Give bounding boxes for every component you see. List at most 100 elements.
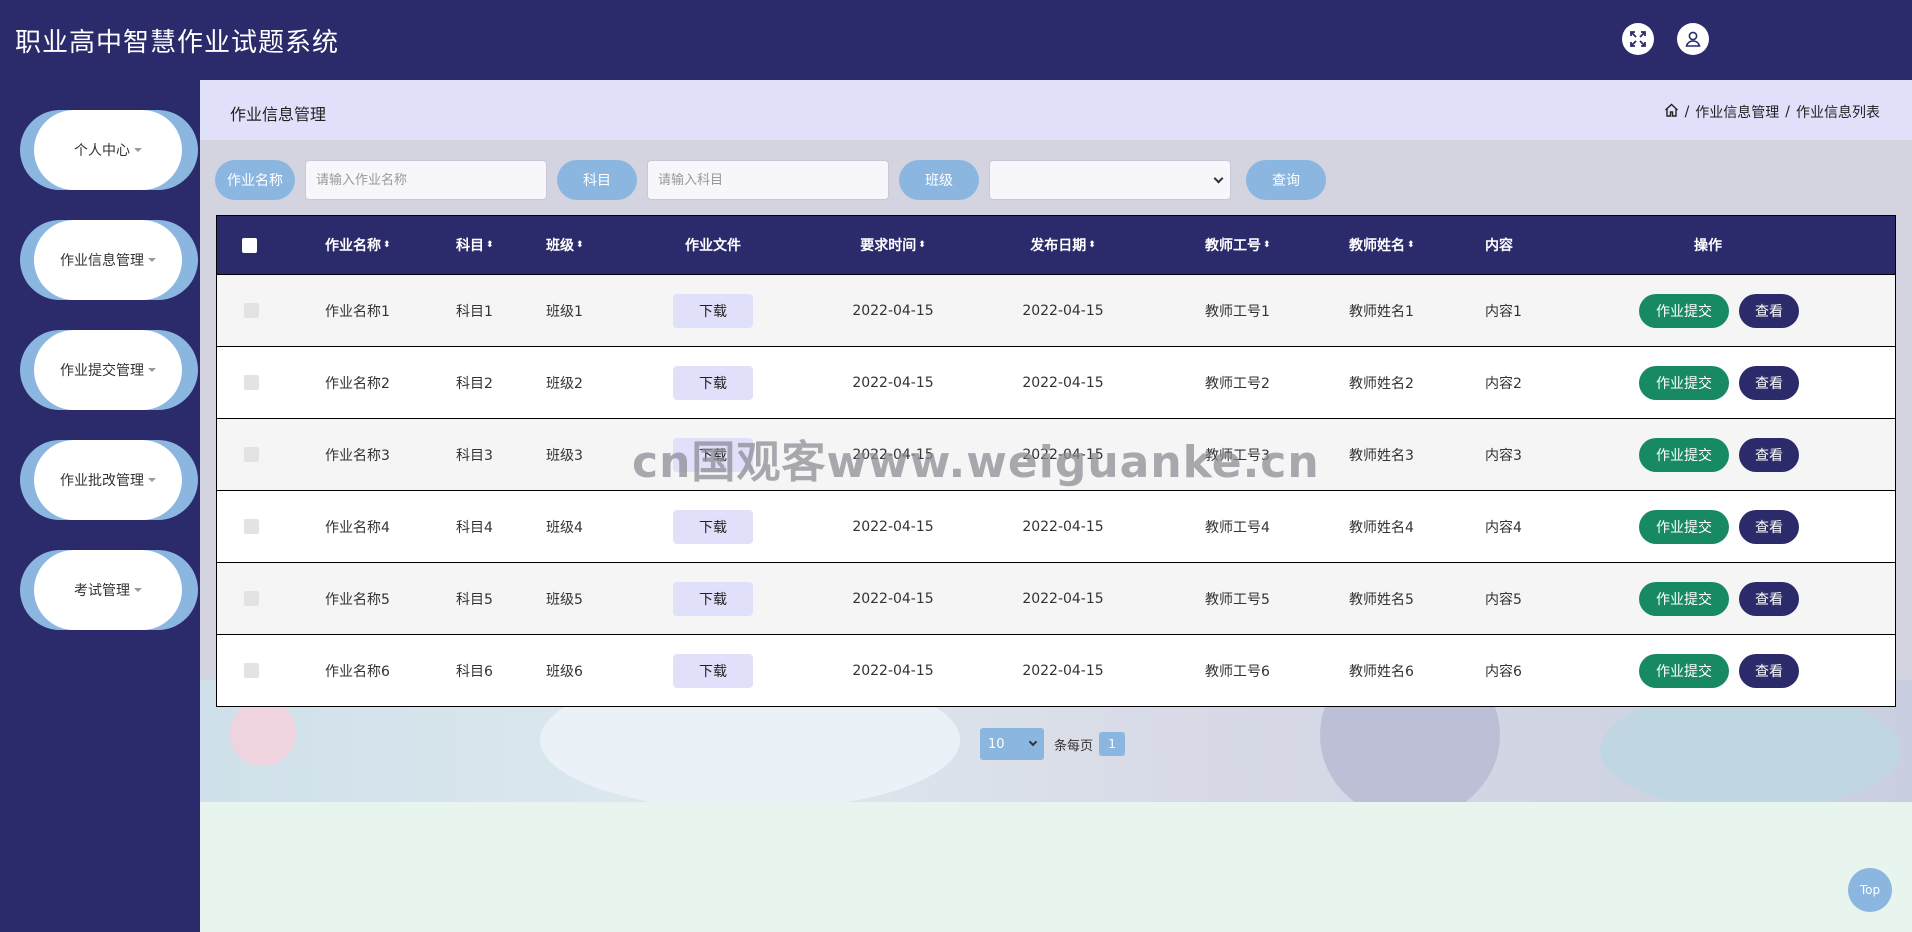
row-checkbox[interactable] (244, 491, 259, 562)
fullscreen-icon[interactable] (1622, 23, 1654, 55)
col-header-teacher-name[interactable]: 教师姓名 ⬍ (1349, 216, 1415, 274)
cell-teacher-name: 教师姓名1 (1349, 303, 1414, 320)
cell-subject: 科目3 (456, 447, 493, 464)
sidebar-item-homework-grading[interactable]: 作业批改管理 (20, 440, 198, 520)
page-title: 作业信息管理 (230, 105, 327, 124)
breadcrumb: / 作业信息管理 / 作业信息列表 (1664, 102, 1880, 122)
sort-icon: ⬍ (918, 239, 926, 250)
view-button[interactable]: 查看 (1739, 509, 1799, 544)
view-button[interactable]: 查看 (1739, 653, 1799, 688)
cell-publish: 2022-04-15 (1022, 374, 1104, 391)
sidebar-item-personal-center[interactable]: 个人中心 (20, 110, 198, 190)
submit-homework-button[interactable]: 作业提交 (1639, 437, 1729, 472)
submit-homework-button[interactable]: 作业提交 (1639, 581, 1729, 616)
col-header-name[interactable]: 作业名称 ⬍ (325, 216, 391, 274)
cell-teacher-name: 教师姓名2 (1349, 375, 1414, 392)
cell-subject: 科目6 (456, 663, 493, 680)
submit-homework-button[interactable]: 作业提交 (1639, 653, 1729, 688)
submit-homework-button[interactable]: 作业提交 (1639, 293, 1729, 328)
row-checkbox[interactable] (244, 563, 259, 634)
row-checkbox[interactable] (244, 275, 259, 346)
page-number-button[interactable]: 1 (1099, 732, 1126, 756)
view-button[interactable]: 查看 (1739, 293, 1799, 328)
cell-teacher-name: 教师姓名4 (1349, 519, 1414, 536)
query-button[interactable]: 查询 (1246, 160, 1326, 200)
user-icon[interactable] (1677, 23, 1709, 55)
cell-teacher-id: 教师工号5 (1205, 591, 1270, 608)
chevron-down-icon (1028, 737, 1038, 747)
breadcrumb-separator: / (1684, 104, 1690, 120)
cell-subject: 科目1 (456, 303, 493, 320)
row-checkbox[interactable] (244, 419, 259, 490)
subject-search-input[interactable] (647, 160, 889, 200)
cell-due: 2022-04-15 (852, 662, 934, 679)
download-button[interactable]: 下载 (673, 581, 753, 616)
table-header: 作业名称 ⬍ 科目 ⬍ 班级 ⬍ 作业文件 要求时间 ⬍ 发布日期 ⬍ 教师工号 ⬍ 教师姓… (216, 215, 1896, 275)
subject-label: 科目 (557, 160, 637, 200)
caret-down-icon (148, 368, 156, 372)
row-checkbox[interactable] (244, 635, 259, 706)
pagination: 10 条每页 1 (980, 728, 1126, 760)
sidebar-item-label: 个人中心 (74, 143, 130, 159)
sort-icon: ⬍ (486, 239, 494, 250)
col-header-class[interactable]: 班级 ⬍ (546, 216, 584, 274)
table-row: 作业名称4 科目4 班级4 下载 2022-04-15 2022-04-15 教师工号4 教师… (216, 491, 1896, 563)
view-button[interactable]: 查看 (1739, 581, 1799, 616)
cell-teacher-id: 教师工号2 (1205, 375, 1270, 392)
cell-name: 作业名称1 (325, 303, 390, 320)
cell-teacher-id: 教师工号1 (1205, 303, 1270, 320)
submit-homework-button[interactable]: 作业提交 (1639, 365, 1729, 400)
view-button[interactable]: 查看 (1739, 365, 1799, 400)
breadcrumb-item-current: 作业信息列表 (1796, 105, 1880, 121)
watermark: cn国观客www.weiguanke.cn (632, 437, 1320, 488)
col-header-content: 内容 (1485, 238, 1513, 254)
cell-content: 内容6 (1485, 663, 1522, 680)
sort-icon: ⬍ (1263, 239, 1271, 250)
row-checkbox[interactable] (244, 347, 259, 418)
cell-content: 内容5 (1485, 591, 1522, 608)
class-label: 班级 (899, 160, 979, 200)
breadcrumb-separator: / (1785, 104, 1790, 120)
col-header-subject[interactable]: 科目 ⬍ (456, 216, 494, 274)
cell-teacher-id: 教师工号6 (1205, 663, 1270, 680)
view-button[interactable]: 查看 (1739, 437, 1799, 472)
cell-subject: 科目4 (456, 519, 493, 536)
cell-publish: 2022-04-15 (1022, 302, 1104, 319)
cell-class: 班级4 (546, 519, 583, 536)
page-size-select[interactable]: 10 (980, 728, 1044, 760)
breadcrumb-item[interactable]: 作业信息管理 (1695, 102, 1779, 122)
name-search-input[interactable] (305, 160, 547, 200)
sidebar-item-label: 考试管理 (74, 583, 130, 599)
cell-class: 班级5 (546, 591, 583, 608)
page-header: 作业信息管理 / 作业信息管理 / 作业信息列表 (200, 80, 1912, 140)
sidebar-item-homework-info[interactable]: 作业信息管理 (20, 220, 198, 300)
select-all-checkbox[interactable] (242, 216, 257, 274)
home-icon[interactable] (1664, 103, 1679, 121)
download-button[interactable]: 下载 (673, 653, 753, 688)
table-row: 作业名称6 科目6 班级6 下载 2022-04-15 2022-04-15 教师工号6 教师… (216, 635, 1896, 707)
download-button[interactable]: 下载 (673, 365, 753, 400)
sidebar-item-label: 作业提交管理 (60, 363, 144, 379)
cell-content: 内容3 (1485, 447, 1522, 464)
cell-name: 作业名称3 (325, 447, 390, 464)
col-header-due[interactable]: 要求时间 ⬍ (833, 216, 953, 274)
col-header-publish[interactable]: 发布日期 ⬍ (1003, 216, 1123, 274)
submit-homework-button[interactable]: 作业提交 (1639, 509, 1729, 544)
class-select[interactable] (989, 160, 1231, 200)
cell-class: 班级1 (546, 303, 583, 320)
caret-down-icon (148, 478, 156, 482)
cell-publish: 2022-04-15 (1022, 590, 1104, 607)
sidebar-item-homework-submit[interactable]: 作业提交管理 (20, 330, 198, 410)
table-body: 作业名称1 科目1 班级1 下载 2022-04-15 2022-04-15 教师工号1 教师… (216, 275, 1896, 707)
chevron-down-icon (1213, 173, 1224, 184)
caret-down-icon (134, 588, 142, 592)
download-button[interactable]: 下载 (673, 293, 753, 328)
col-header-teacher-id[interactable]: 教师工号 ⬍ (1205, 216, 1271, 274)
top-header: 职业高中智慧作业试题系统 (0, 0, 1912, 80)
back-to-top-button[interactable]: Top (1848, 868, 1892, 912)
cell-due: 2022-04-15 (852, 518, 934, 535)
download-button[interactable]: 下载 (673, 509, 753, 544)
cell-subject: 科目2 (456, 375, 493, 392)
sidebar-item-exam[interactable]: 考试管理 (20, 550, 198, 630)
cell-teacher-name: 教师姓名3 (1349, 447, 1414, 464)
